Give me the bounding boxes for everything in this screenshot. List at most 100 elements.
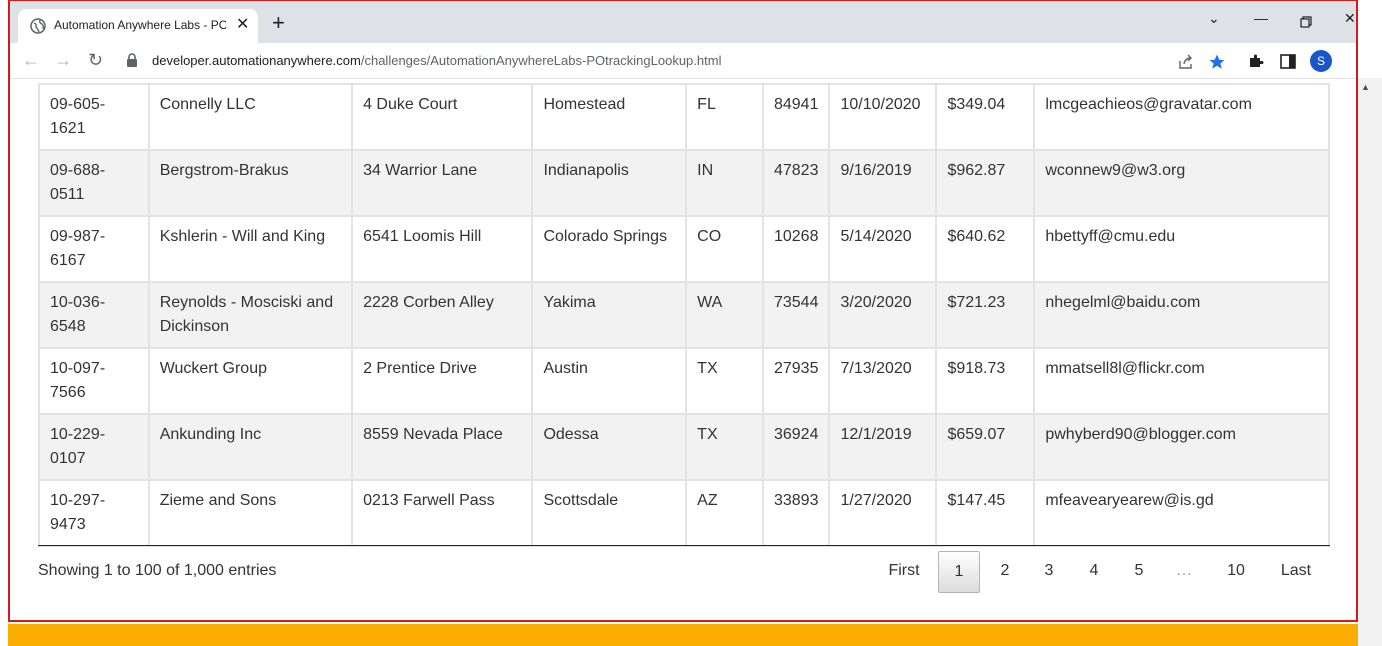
cell-company: Zieme and Sons [147,479,354,547]
table-row: 10-097-7566 Wuckert Group 2 Prentice Drive… [38,347,1330,415]
cell-company: Reynolds - Mosciski and Dickinson [147,281,354,349]
cell-total: $659.07 [935,413,1036,481]
cell-address: 2228 Corben Alley [351,281,534,349]
cell-date: 5/14/2020 [828,215,938,283]
cell-company: Ankunding Inc [147,413,354,481]
avatar[interactable]: S [1310,50,1332,72]
browser-toolbar: ← → ↻ developer.automationanywhere.com/c… [10,43,1356,79]
page-3[interactable]: 3 [1034,551,1064,593]
cell-date: 7/13/2020 [828,347,938,415]
cell-po: 09-987-6167 [38,215,150,283]
cell-address: 34 Warrior Lane [351,149,534,217]
table-bottom-border [38,545,1330,546]
cell-city: Odessa [531,413,688,481]
kebab-icon[interactable]: ⋮ [1350,49,1356,69]
page-2[interactable]: 2 [990,551,1020,593]
cell-total: $918.73 [935,347,1036,415]
plus-icon[interactable]: + [272,12,285,34]
cell-company: Kshlerin - Will and King [147,215,354,283]
scrollbar[interactable] [1358,78,1382,646]
cell-po: 10-036-6548 [38,281,150,349]
page-first[interactable]: First [880,551,928,593]
table-row: 09-688-0511 Bergstrom-Brakus 34 Warrior La… [38,149,1330,217]
cell-total: $640.62 [935,215,1036,283]
cell-address: 8559 Nevada Place [351,413,534,481]
page-10[interactable]: 10 [1219,551,1253,593]
cell-email: wconnew9@w3.org [1033,149,1330,217]
page-content: 09-605-1621 Connelly LLC 4 Duke Court Homes… [10,79,1356,620]
page-4[interactable]: 4 [1079,551,1109,593]
page-ellipsis: … [1176,562,1192,579]
globe-icon [30,18,46,34]
cell-city: Yakima [531,281,688,349]
cell-zip: 33893 [761,479,831,547]
cell-zip: 47823 [761,149,831,217]
forward-icon[interactable]: → [54,49,72,71]
cell-email: mmatsell8l@flickr.com [1033,347,1330,415]
cell-email: mfeavearyearew@is.gd [1033,479,1330,547]
cell-email: pwhyberd90@blogger.com [1033,413,1330,481]
cell-city: Homestead [531,83,688,151]
close-icon[interactable]: ✕ [236,15,249,35]
table-row: 09-987-6167 Kshlerin - Will and King 6541 … [38,215,1330,283]
scroll-up-icon[interactable]: ▲ [1361,82,1370,92]
cell-po: 09-605-1621 [38,83,150,151]
cell-company: Bergstrom-Brakus [147,149,354,217]
cell-state: TX [685,413,764,481]
reload-icon[interactable]: ↻ [88,49,103,71]
back-icon[interactable]: ← [22,49,40,71]
cell-company: Wuckert Group [147,347,354,415]
window-close-icon[interactable]: ✕ [1344,10,1356,27]
cell-city: Scottsdale [531,479,688,547]
sidepanel-icon[interactable] [1280,54,1296,69]
table-row: 10-036-6548 Reynolds - Mosciski and Dicki… [38,281,1330,349]
table-info: Showing 1 to 100 of 1,000 entries [38,562,277,579]
cell-state: TX [685,347,764,415]
chevron-down-icon[interactable]: ⌄ [1208,10,1220,27]
table-row: 10-297-9473 Zieme and Sons 0213 Farwell Pa… [38,479,1330,547]
cell-address: 0213 Farwell Pass [351,479,534,547]
browser-window: Automation Anywhere Labs - PO ✕ + ⌄ — ✕ … [8,0,1358,622]
tab-strip: Automation Anywhere Labs - PO ✕ + ⌄ — ✕ [10,1,1356,43]
cell-zip: 27935 [761,347,831,415]
cell-date: 12/1/2019 [828,413,938,481]
cell-address: 6541 Loomis Hill [351,215,534,283]
cell-total: $349.04 [935,83,1036,151]
table-row: 10-229-0107 Ankunding Inc 8559 Nevada Plac… [38,413,1330,481]
cell-email: nhegelml@baidu.com [1033,281,1330,349]
po-table: 09-605-1621 Connelly LLC 4 Duke Court Homes… [38,83,1330,547]
cell-po: 10-297-9473 [38,479,150,547]
cell-po: 10-229-0107 [38,413,150,481]
cell-zip: 73544 [761,281,831,349]
url-host: developer.automationanywhere.com [152,53,361,68]
minimize-icon[interactable]: — [1254,10,1268,26]
tab-title: Automation Anywhere Labs - PO [54,18,226,32]
cell-state: FL [685,83,764,151]
lock-icon[interactable] [126,53,138,67]
browser-tab[interactable]: Automation Anywhere Labs - PO ✕ [18,9,258,43]
cell-total: $721.23 [935,281,1036,349]
footer-banner [8,624,1358,646]
page-1[interactable]: 1 [938,551,980,593]
page-5[interactable]: 5 [1124,551,1154,593]
cell-company: Connelly LLC [147,83,354,151]
cell-date: 10/10/2020 [828,83,938,151]
cell-zip: 10268 [761,215,831,283]
cell-state: WA [685,281,764,349]
cell-email: hbettyff@cmu.edu [1033,215,1330,283]
page-last[interactable]: Last [1274,551,1318,593]
address-bar[interactable]: developer.automationanywhere.com/challen… [152,53,721,68]
restore-icon[interactable] [1300,16,1312,28]
star-icon[interactable] [1208,53,1226,71]
cell-date: 3/20/2020 [828,281,938,349]
puzzle-icon[interactable] [1248,53,1264,69]
cell-total: $962.87 [935,149,1036,217]
cell-zip: 36924 [761,413,831,481]
cell-date: 9/16/2019 [828,149,938,217]
cell-po: 09-688-0511 [38,149,150,217]
url-path: /challenges/AutomationAnywhereLabs-POtra… [360,53,722,68]
cell-address: 4 Duke Court [351,83,534,151]
share-icon[interactable] [1178,54,1194,70]
cell-city: Indianapolis [531,149,688,217]
cell-po: 10-097-7566 [38,347,150,415]
